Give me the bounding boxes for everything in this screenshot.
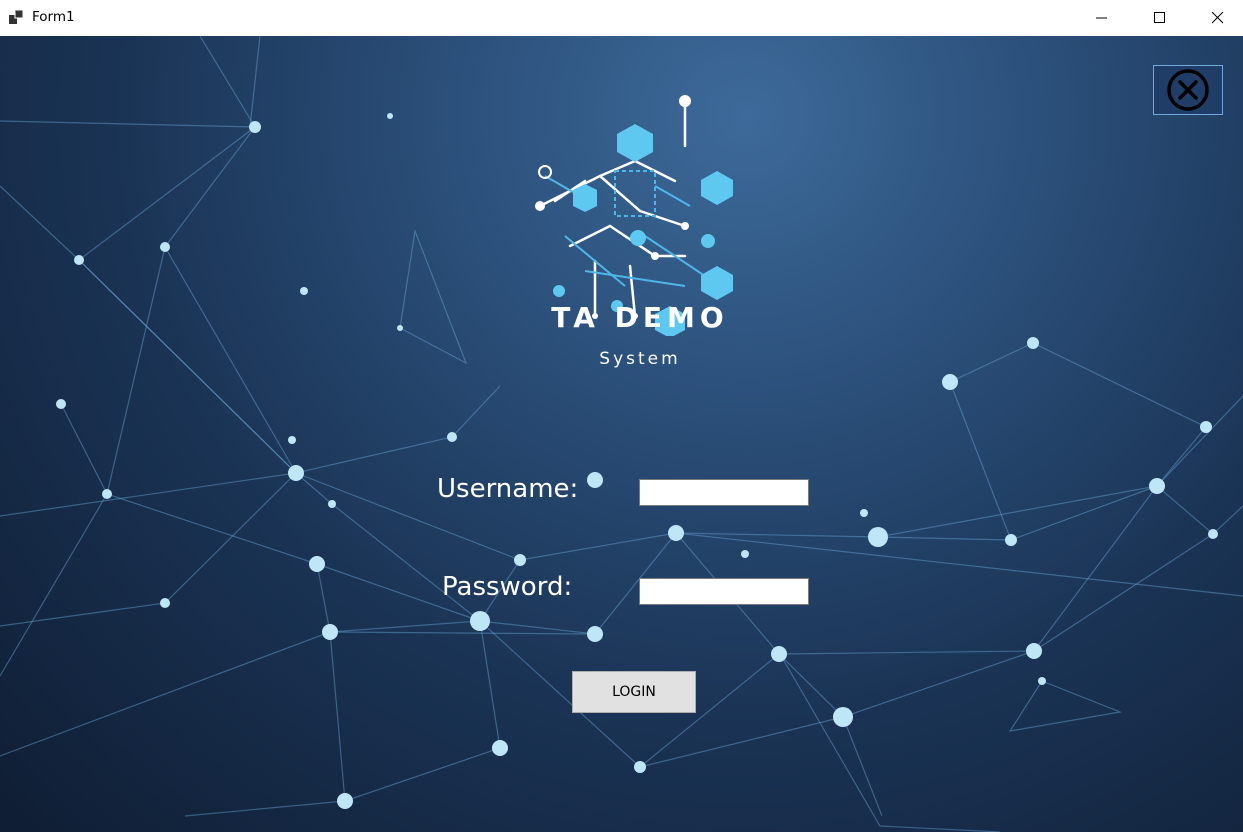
title-bar: Form1	[0, 0, 1243, 36]
close-window-button[interactable]	[1189, 0, 1243, 36]
password-label: Password:	[442, 572, 573, 602]
username-label: Username:	[437, 474, 579, 504]
circle-x-icon	[1167, 69, 1209, 111]
close-icon	[1212, 12, 1224, 24]
maximize-button[interactable]	[1131, 0, 1189, 36]
maximize-icon	[1154, 12, 1165, 23]
window-title: Form1	[32, 9, 75, 25]
password-input[interactable]	[639, 578, 809, 605]
network-cubes-logo	[535, 95, 733, 336]
username-input[interactable]	[639, 479, 809, 506]
exit-button[interactable]	[1153, 65, 1223, 115]
login-form-area: TA DEMO System Username: Password: LOGIN	[0, 36, 1243, 832]
minimize-icon	[1096, 17, 1107, 19]
login-button[interactable]: LOGIN	[572, 671, 696, 713]
brand-subtitle: System	[599, 349, 681, 369]
minimize-button[interactable]	[1073, 0, 1131, 36]
brand-title: TA DEMO	[551, 301, 729, 334]
app-icon	[9, 10, 24, 24]
